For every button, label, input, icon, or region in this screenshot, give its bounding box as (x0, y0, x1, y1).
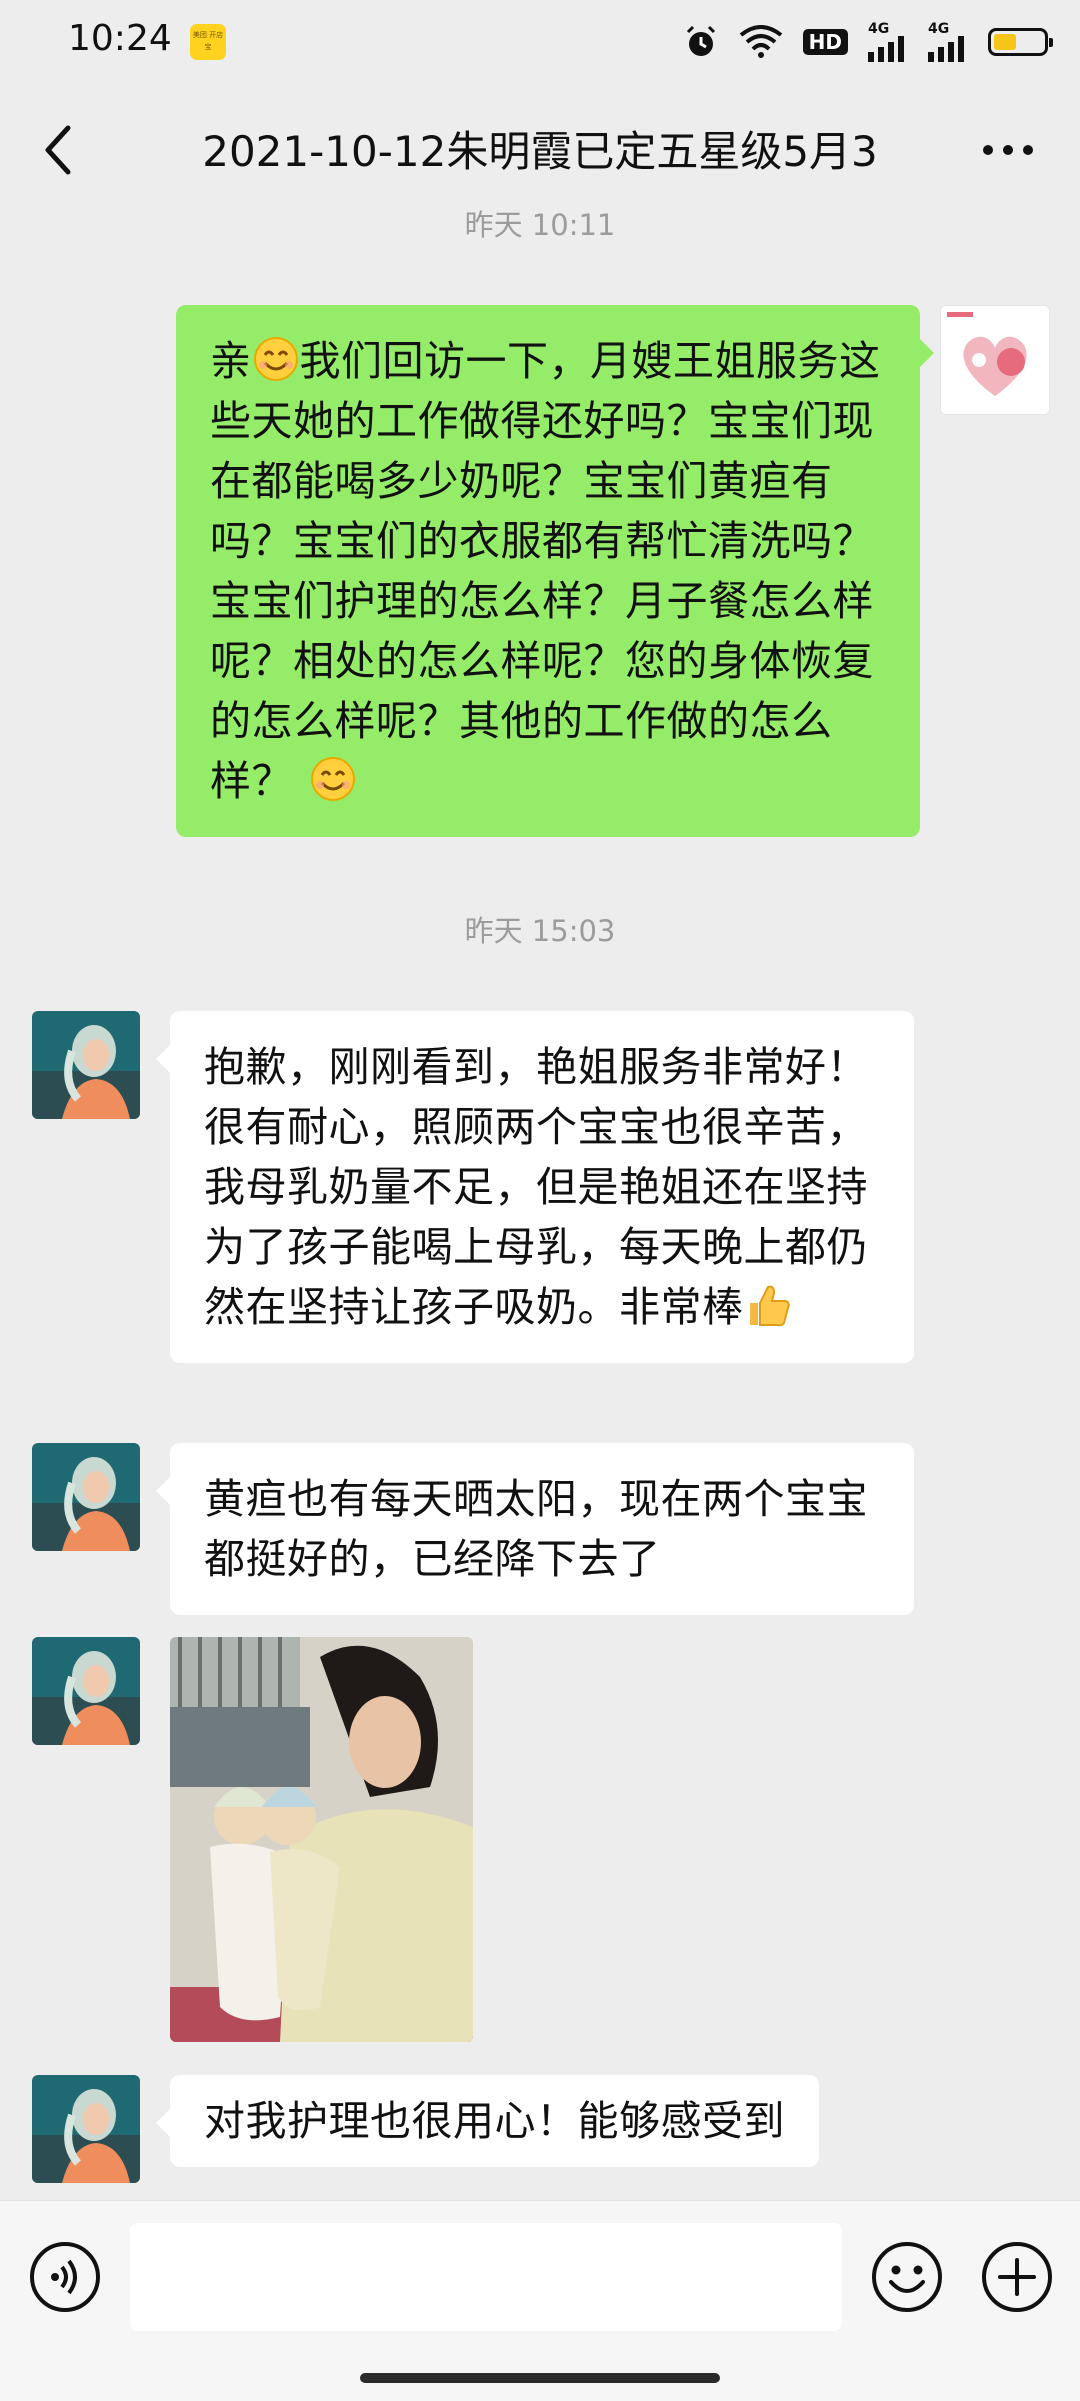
input-bar (0, 2200, 1080, 2401)
smile-emoji-icon (311, 757, 355, 801)
message-input[interactable] (130, 2223, 842, 2331)
photo-message[interactable] (170, 1637, 473, 2042)
battery-icon (988, 28, 1053, 56)
app-badge-icon: 美团 开店宝 (190, 24, 226, 60)
status-time: 10:24 (68, 18, 172, 59)
timestamp: 昨天 15:03 (464, 914, 616, 948)
message-bubble-incoming[interactable]: 黄疸也有每天晒太阳，现在两个宝宝都挺好的，已经降下去了 (156, 1443, 914, 1615)
home-indicator[interactable] (360, 2373, 720, 2383)
contact-avatar[interactable] (32, 1011, 140, 1119)
status-bar: 10:24 美团 开店宝 HD 4G 4G (0, 0, 1080, 84)
hd-indicator: HD (802, 29, 848, 55)
contact-avatar[interactable] (32, 2075, 140, 2183)
chat-title: 2021-10-12朱明霞已定五星级5月3 (202, 127, 878, 176)
signal-icon: 4G (868, 22, 908, 62)
thumbs-up-icon (749, 1285, 790, 1327)
more-dots-icon[interactable] (976, 126, 1040, 174)
contact-avatar[interactable] (32, 1443, 140, 1551)
my-avatar[interactable] (940, 305, 1050, 415)
emoji-icon[interactable] (870, 2240, 944, 2314)
contact-avatar[interactable] (32, 1637, 140, 1745)
message-text: 对我护理也很用心！能够感受到 (204, 2097, 785, 2145)
message-bubble-incoming[interactable]: 抱歉，刚刚看到，艳姐服务非常好！很有耐心，照顾两个宝宝也很辛苦，我母乳奶量不足，… (156, 1011, 914, 1363)
message-text: 我们回访一下，月嫂王姐服务这些天她的工作做得还好吗？宝宝们现在都能喝多少奶呢？宝… (210, 337, 881, 805)
chevron-left-icon[interactable] (36, 120, 86, 180)
message-text: 亲 (210, 337, 252, 385)
voice-icon[interactable] (28, 2240, 102, 2314)
status-icons: HD 4G 4G (683, 18, 1053, 66)
message-bubble-outgoing[interactable]: 亲我们回访一下，月嫂王姐服务这些天她的工作做得还好吗？宝宝们现在都能喝多少奶呢？… (176, 305, 934, 837)
signal-icon-2: 4G (928, 22, 968, 62)
wifi-icon (739, 25, 782, 58)
timestamp: 昨天 10:11 (464, 208, 616, 242)
alarm-icon (686, 25, 715, 56)
message-text: 黄疸也有每天晒太阳，现在两个宝宝都挺好的，已经降下去了 (204, 1475, 868, 1583)
battery-level (994, 34, 1016, 50)
plus-icon[interactable] (980, 2240, 1054, 2314)
chat-header: 2021-10-12朱明霞已定五星级5月3 (0, 90, 1080, 208)
smile-emoji-icon (253, 337, 298, 381)
message-bubble-incoming[interactable]: 对我护理也很用心！能够感受到 (156, 2075, 819, 2167)
